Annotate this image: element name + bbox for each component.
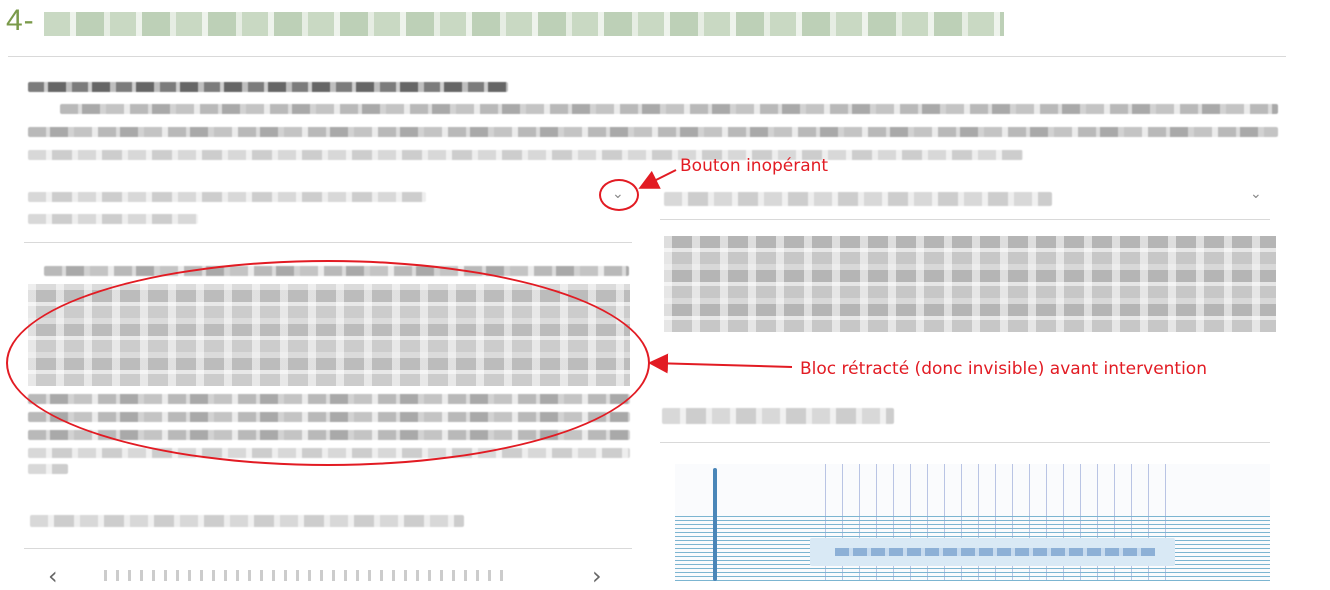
arrow-to-button <box>638 169 677 189</box>
arrow-to-block <box>648 353 793 374</box>
annotation-arrows <box>638 169 793 374</box>
